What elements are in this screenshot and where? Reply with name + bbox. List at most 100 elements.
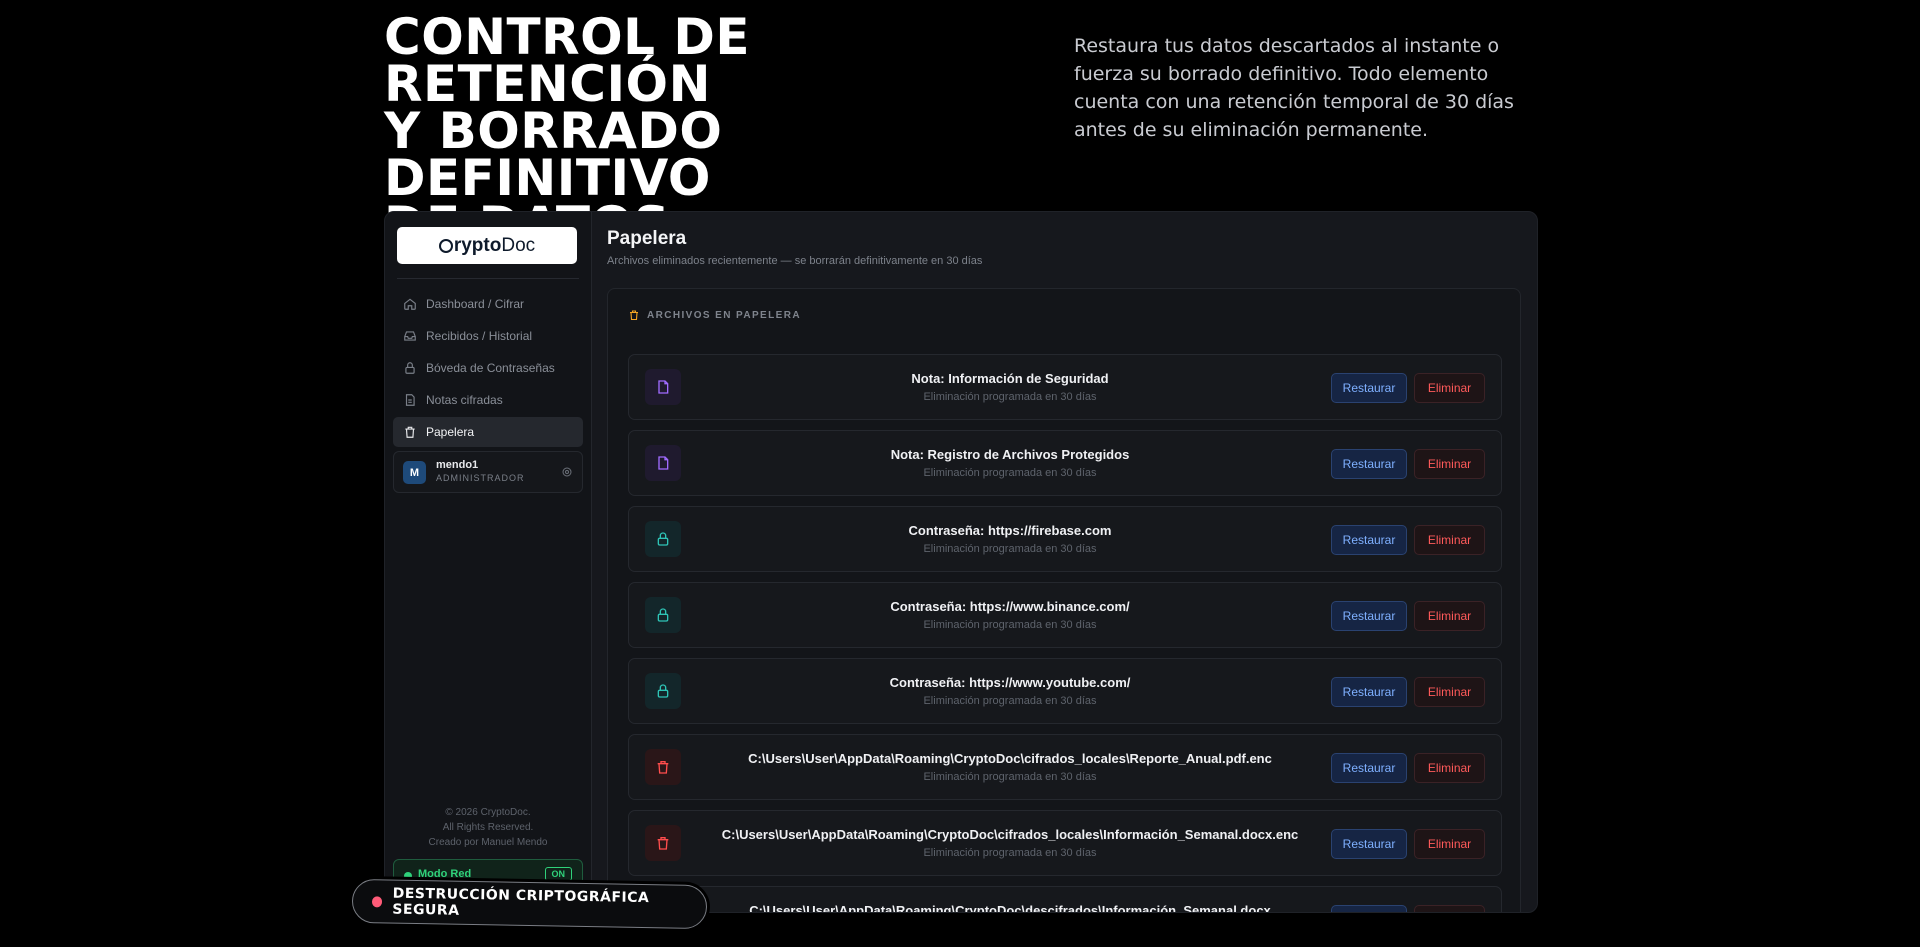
lock-icon [657, 532, 669, 546]
trash-icon [630, 310, 638, 321]
divider [397, 278, 579, 279]
page-title: Papelera [607, 228, 687, 249]
restore-button[interactable]: Restaurar [1331, 525, 1407, 555]
item-name: Contraseña: https://www.youtube.com/ [889, 675, 1131, 690]
document-icon [405, 394, 415, 406]
item-text: C:\Users\User\AppData\Roaming\CryptoDoc\… [689, 751, 1331, 783]
list-item: Nota: Información de Seguridad Eliminació… [628, 354, 1502, 420]
sidebar-item-label: Dashboard / Cifrar [426, 297, 525, 311]
item-type-badge [645, 749, 681, 785]
hero-title-line: Y BORRADO DEFINITIVO [384, 102, 723, 207]
trash-icon [657, 837, 669, 850]
restore-button[interactable]: Restaurar [1331, 753, 1407, 783]
item-text: Contraseña: https://www.binance.com/Elim… [689, 599, 1331, 631]
status-dot-icon [404, 872, 412, 880]
sidebar-nav: Dashboard / Cifrar Recibidos / Historial… [393, 289, 583, 449]
sidebar-item-label: Bóveda de Contraseñas [426, 361, 555, 375]
item-name: Nota: Registro de Archivos Protegidos [890, 447, 1130, 462]
item-type-badge [645, 673, 681, 709]
list-item: C:\Users\User\AppData\Roaming\CryptoDoc\… [628, 734, 1502, 800]
trash-icon [657, 761, 669, 774]
item-schedule: Eliminación programada en 30 días [923, 695, 1097, 707]
sidebar-item-label: Papelera [426, 425, 475, 439]
delete-button[interactable]: Eliminar [1414, 753, 1485, 783]
user-card[interactable]: M mendo1 ADMINISTRADOR [393, 451, 583, 493]
trash-list: Nota: Información de Seguridad Eliminació… [628, 354, 1502, 912]
sidebar-item-dashboard[interactable]: Dashboard / Cifrar [393, 289, 583, 319]
feature-badge: DESTRUCCIÓN CRIPTOGRÁFICA SEGURA [351, 878, 708, 930]
lock-icon [657, 684, 669, 698]
logo[interactable]: ryptoDoc [397, 227, 577, 264]
item-schedule: Eliminación programada en 30 días [923, 619, 1097, 631]
item-schedule: Eliminación programada en 30 días [923, 391, 1097, 403]
sidebar-item-notes[interactable]: Notas cifradas [393, 385, 583, 415]
item-schedule: Eliminación programada en 30 días [923, 543, 1097, 555]
red-mode-label: Modo Red [418, 868, 472, 880]
sidebar-item-label: Recibidos / Historial [426, 329, 533, 343]
delete-button[interactable]: Eliminar [1414, 373, 1485, 403]
logo-text: ryptoDoc [438, 234, 535, 257]
item-text: Contraseña: https://firebase.com Eliminac… [689, 523, 1331, 555]
item-name: C:\Users\User\AppData\Roaming\CryptoDoc\… [721, 827, 1299, 842]
red-mode-state: ON [544, 867, 572, 881]
item-schedule: Eliminación programada en 30 días [923, 467, 1097, 479]
page-subtitle: Archivos eliminados recientemente — se b… [607, 255, 983, 267]
delete-button[interactable]: Eliminar [1414, 829, 1485, 859]
lock-icon [405, 362, 415, 374]
sidebar-item-label: Notas cifradas [426, 393, 503, 407]
delete-button[interactable]: Eliminar [1414, 601, 1485, 631]
delete-button[interactable]: Eliminar [1414, 677, 1485, 707]
item-type-badge [645, 369, 681, 405]
item-text: C:\Users\User\AppData\Roaming\CryptoDoc\… [689, 827, 1331, 859]
item-name: Nota: Información de Seguridad [911, 371, 1109, 386]
footer-line: Creado por Manuel Mendo [428, 837, 548, 848]
sidebar: ryptoDoc Dashboard / Cifrar Recibidos / … [385, 212, 592, 912]
restore-button[interactable]: Restaurar [1331, 905, 1407, 912]
item-type-badge [645, 597, 681, 633]
list-item: C:\Users\User\AppData\Roaming\CryptoDoc\… [628, 886, 1502, 912]
item-name: Contraseña: https://www.binance.com/ [890, 599, 1130, 614]
sidebar-item-vault[interactable]: Bóveda de Contraseñas [393, 353, 583, 383]
restore-button[interactable]: Restaurar [1331, 373, 1407, 403]
item-text: Nota: Información de Seguridad Eliminació… [689, 371, 1331, 403]
item-text: Nota: Registro de Archivos Protegidos Eli… [689, 447, 1331, 479]
delete-button[interactable]: Eliminar [1414, 449, 1485, 479]
inbox-icon [404, 331, 416, 341]
item-text: Contraseña: https://www.youtube.com/Elim… [689, 675, 1331, 707]
logo-bold: rypto [453, 234, 502, 256]
panel-header: ARCHIVOS EN PAPELERA [628, 309, 801, 321]
avatar: M [403, 461, 426, 484]
sidebar-item-received[interactable]: Recibidos / Historial [393, 321, 583, 351]
delete-button[interactable]: Eliminar [1414, 905, 1485, 912]
list-item: Contraseña: https://firebase.com Eliminac… [628, 506, 1502, 572]
item-name: C:\Users\User\AppData\Roaming\CryptoDoc\… [748, 751, 1272, 766]
sidebar-item-trash[interactable]: Papelera [393, 417, 583, 447]
main-content: Papelera Archivos eliminados recientemen… [592, 212, 1537, 912]
document-icon [658, 456, 669, 470]
hero-title-line: CONTROL DE RETENCIÓN [384, 8, 751, 113]
list-item: Contraseña: https://www.binance.com/Elim… [628, 582, 1502, 648]
trash-icon [405, 426, 415, 438]
delete-button[interactable]: Eliminar [1414, 525, 1485, 555]
item-schedule: Eliminación programada en 30 días [923, 847, 1097, 859]
list-item: Nota: Registro de Archivos Protegidos Eli… [628, 430, 1502, 496]
item-type-badge [645, 445, 681, 481]
restore-button[interactable]: Restaurar [1331, 449, 1407, 479]
sidebar-footer: © 2026 CryptoDoc. All Rights Reserved. C… [385, 805, 591, 850]
trash-panel: ARCHIVOS EN PAPELERA Nota: Información d… [607, 288, 1521, 912]
lock-icon [657, 608, 669, 622]
footer-line: All Rights Reserved. [442, 822, 534, 833]
list-item: C:\Users\User\AppData\Roaming\CryptoDoc\… [628, 810, 1502, 876]
badge-dot-icon [371, 895, 383, 907]
restore-button[interactable]: Restaurar [1331, 601, 1407, 631]
item-schedule: Eliminación programada en 30 días [923, 771, 1097, 783]
restore-button[interactable]: Restaurar [1331, 677, 1407, 707]
item-type-badge [645, 825, 681, 861]
restore-button[interactable]: Restaurar [1331, 829, 1407, 859]
user-name: mendo1 [436, 459, 479, 471]
hero-description: Restaura tus datos descartados al instan… [1074, 35, 1514, 141]
document-icon [658, 380, 669, 394]
gear-icon[interactable] [561, 466, 573, 478]
list-item: Contraseña: https://www.youtube.com/Elim… [628, 658, 1502, 724]
item-type-badge [645, 521, 681, 557]
